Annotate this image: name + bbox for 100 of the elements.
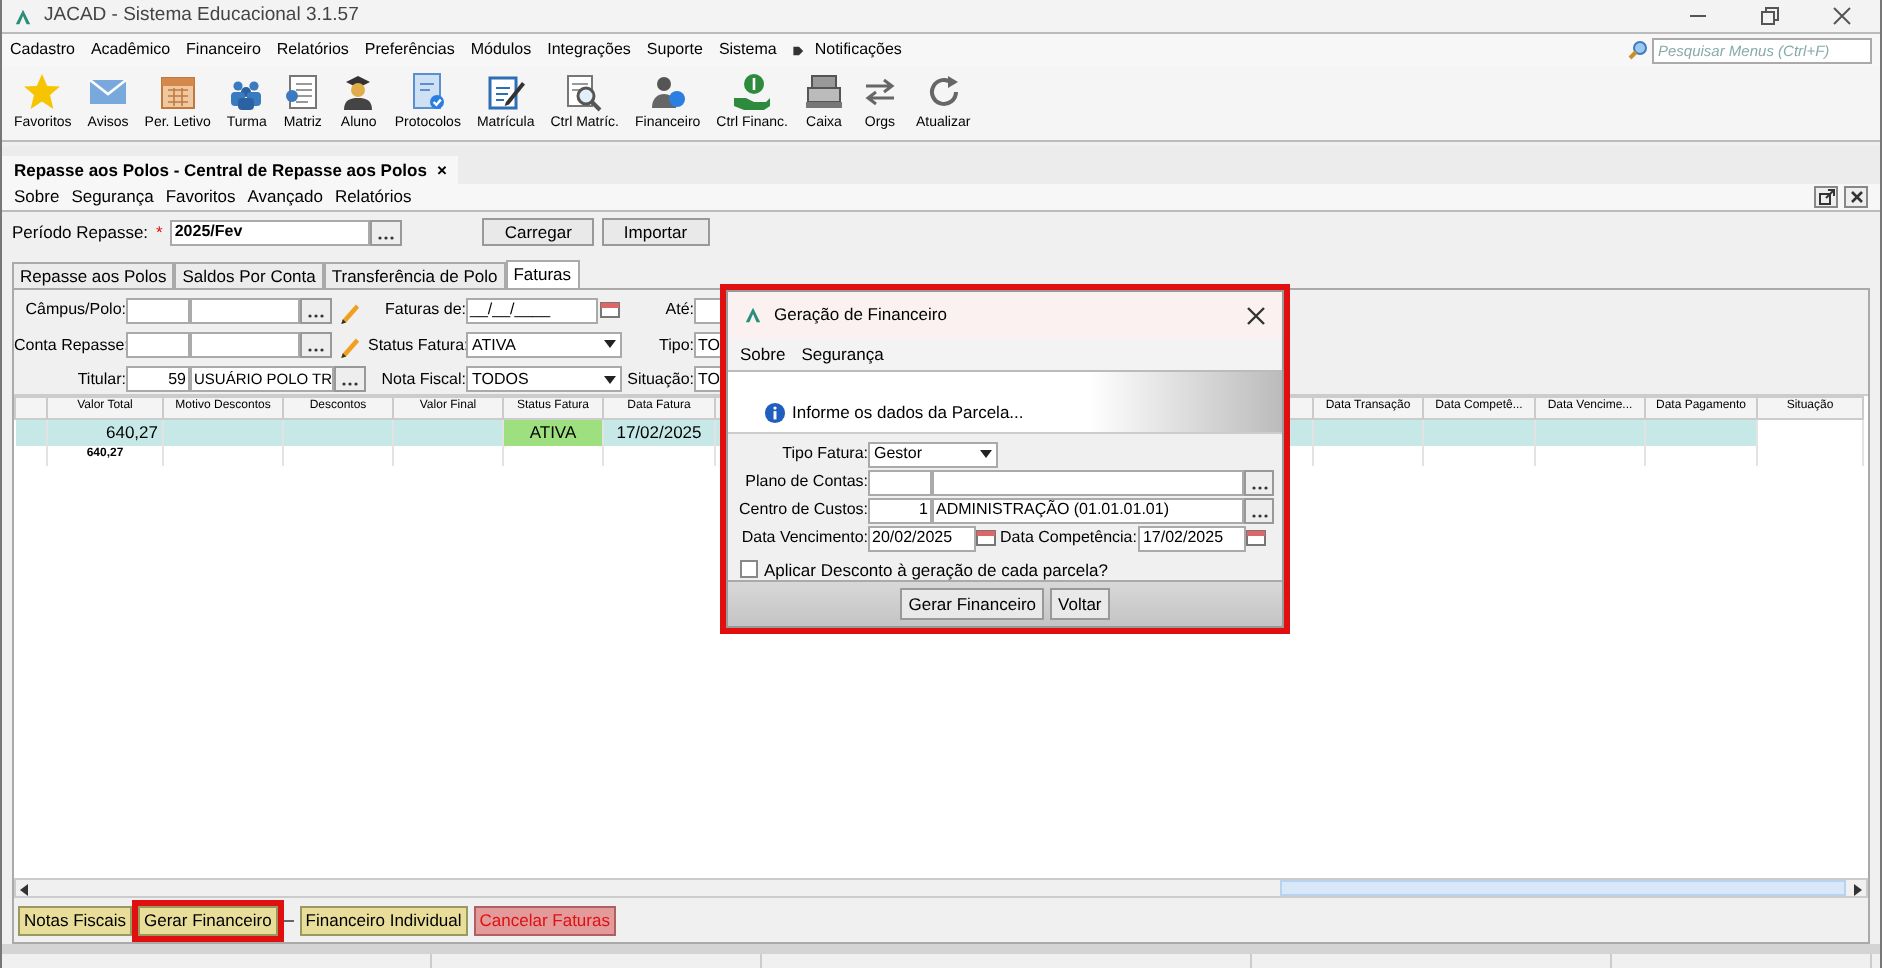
date-field[interactable]: 20/02/2025 [868, 525, 976, 552]
field-label: Até: [663, 300, 694, 320]
invoice-select[interactable]: TODOS [466, 366, 622, 393]
menu-item[interactable]: Integrações [547, 40, 631, 60]
logo-icon [14, 7, 32, 25]
name-field[interactable] [190, 297, 300, 324]
table-cell: 17/02/2025 [603, 419, 715, 445]
window-title: JACAD - Sistema Educacional 3.1.57 [44, 4, 359, 28]
field-label: Situação: [625, 370, 694, 390]
field-label: Status Fatura: [368, 335, 466, 355]
logo-icon [744, 306, 762, 325]
person-coin-icon [647, 72, 688, 113]
code-field[interactable]: 59 [126, 366, 190, 393]
menu-item[interactable]: Relatórios [276, 40, 349, 60]
menu-item[interactable]: Segurança [801, 343, 884, 364]
browse-button[interactable] [1244, 469, 1274, 496]
horizontal-scrollbar[interactable] [14, 878, 1868, 898]
menu-item[interactable]: Favoritos [165, 186, 236, 208]
action-button[interactable]: Carregar [482, 218, 594, 246]
browse-button[interactable] [300, 331, 332, 358]
pen-document-icon [485, 72, 526, 113]
ellipsis-icon [306, 345, 326, 352]
menu-item[interactable]: Sobre [740, 343, 786, 364]
close-icon [1847, 188, 1865, 206]
date-field[interactable]: __/__/____ [466, 297, 598, 324]
close-icon[interactable] [1832, 6, 1852, 26]
menu-item[interactable]: Preferências [364, 40, 455, 60]
tab-title: Repasse aos Polos - Central de Repasse aos Polos [14, 159, 427, 180]
calendar-icon[interactable] [600, 300, 620, 321]
name-field[interactable]: ADMINISTRAÇÃO (01.01.01.01) [932, 497, 1244, 524]
detach-button[interactable] [1814, 186, 1838, 208]
dialog-title: Geração de Financeiro [774, 304, 947, 326]
code-field[interactable] [126, 331, 190, 358]
dialog-button[interactable]: Voltar [1050, 587, 1110, 620]
menu-item[interactable]: Financeiro [186, 40, 261, 60]
dialog-button[interactable]: Gerar Financeiro [900, 587, 1045, 620]
close-button[interactable] [1844, 186, 1868, 208]
tab[interactable]: Saldos Por Conta [174, 262, 324, 288]
info-message: Informe os dados da Parcela... [792, 402, 1024, 424]
action-button[interactable]: Notas Fiscais [18, 905, 133, 935]
action-button[interactable]: Financeiro Individual [299, 905, 468, 935]
detach-icon [1817, 188, 1835, 206]
caret-icon [604, 340, 616, 349]
browse-button[interactable] [1244, 497, 1274, 524]
action-button[interactable]: Importar [601, 218, 710, 246]
calendar-icon [157, 72, 198, 113]
menu-item[interactable]: Avançado [247, 186, 323, 208]
field-label: Tipo Fatura: [780, 444, 868, 464]
browse-button[interactable] [370, 219, 403, 245]
field-label: Titular: [75, 370, 126, 390]
table-cell: ATIVA [503, 419, 603, 445]
code-field[interactable]: 1 [868, 497, 932, 524]
period-field[interactable]: 2025/Fev [170, 219, 371, 245]
name-field[interactable] [190, 331, 300, 358]
field-label: Período Repasse: [12, 221, 149, 243]
calendar-icon[interactable] [976, 528, 996, 549]
tab[interactable]: Faturas [505, 260, 580, 288]
menu-item[interactable]: Notificações [814, 40, 902, 60]
menu-item[interactable]: Acadêmico [90, 40, 171, 60]
menu-item[interactable]: Sobre [14, 186, 60, 208]
browse-button[interactable] [334, 366, 366, 393]
star-icon [22, 72, 63, 113]
tab-close-button[interactable]: × [436, 159, 447, 180]
field-label: Faturas de: [383, 300, 466, 320]
scroll-thumb[interactable] [1280, 880, 1846, 896]
menu-item[interactable]: Segurança [71, 186, 154, 208]
calendar-icon[interactable] [1246, 528, 1267, 549]
name-field[interactable] [932, 469, 1244, 496]
invoice-type-select[interactable]: Gestor [868, 441, 998, 468]
document-icon [282, 72, 323, 113]
field-label: Conta Repasse: [14, 335, 126, 355]
select-value: Gestor [874, 444, 923, 464]
menu-item[interactable]: Suporte [646, 40, 703, 60]
search-icon [1628, 40, 1648, 60]
menu-item[interactable]: Módulos [470, 40, 532, 60]
info-icon [764, 401, 786, 424]
field-label: Data Vencimento: [739, 528, 868, 548]
field-label: Data Competência: [1000, 528, 1137, 548]
ellipsis-icon [376, 233, 397, 239]
tab[interactable]: Transferência de Polo [323, 262, 506, 288]
date-field[interactable]: 17/02/2025 [1138, 525, 1247, 552]
checkbox-label[interactable]: Aplicar Desconto à geração de cada parcela? [764, 559, 1108, 580]
status-select[interactable]: ATIVA [466, 331, 622, 358]
hand-coin-icon [732, 72, 773, 113]
close-icon[interactable] [1246, 305, 1266, 326]
browse-button[interactable] [300, 297, 332, 324]
code-field[interactable] [868, 469, 932, 496]
register-icon [803, 72, 844, 113]
menu-item[interactable]: Cadastro [10, 40, 75, 60]
field-label: Nota Fiscal: [379, 370, 466, 390]
menu-item[interactable]: Relatórios [334, 186, 412, 208]
checkbox[interactable] [740, 560, 758, 579]
document-tab[interactable]: Repasse aos Polos - Central de Repasse aos Polos × [2, 155, 459, 184]
menu-item[interactable]: Sistema [718, 40, 777, 60]
ellipsis-icon [1249, 511, 1269, 518]
restore-icon[interactable] [1760, 6, 1780, 26]
table-cell: 640,27 [47, 419, 163, 445]
tab[interactable]: Repasse aos Polos [12, 262, 175, 288]
code-field[interactable] [126, 297, 190, 324]
caret-icon [980, 450, 992, 459]
